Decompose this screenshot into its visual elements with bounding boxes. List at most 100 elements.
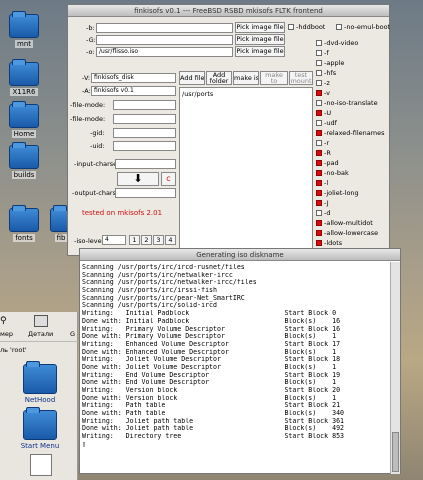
g-image-field[interactable]: [96, 35, 233, 45]
option-checkbox[interactable]: -apple: [316, 59, 344, 68]
output-charset-field[interactable]: [115, 188, 176, 198]
output-file-field[interactable]: /usr/flisso.iso: [96, 47, 233, 57]
desktop-icon-label: fib: [54, 234, 68, 242]
option-checkbox[interactable]: -r: [316, 139, 329, 148]
desktop-icon-builds[interactable]: builds: [2, 142, 46, 179]
make-to-filenet-button[interactable]: make to filenet: [260, 71, 288, 85]
log-line: Writing: Version block Start Block 20: [82, 387, 341, 394]
checkbox-label: -ldots: [324, 239, 343, 247]
add-file-button[interactable]: Add file: [179, 71, 205, 85]
log-line: Scanning /usr/ports/irc/irssi-fish: [82, 287, 217, 295]
checkbox-label: -no-emul-boot: [344, 23, 391, 31]
option-checkbox[interactable]: -hfs: [316, 69, 336, 78]
search-icon[interactable]: ⚲: [0, 316, 8, 328]
log-line: Done with: Path table Block(s) 340: [82, 410, 345, 418]
option-checkbox[interactable]: -joliet-long: [316, 189, 359, 198]
log-line: Scanning /usr/ports/irc/solid-ircd: [82, 302, 217, 310]
dir-mode-field[interactable]: [113, 114, 176, 124]
desktop-icon-x11r6[interactable]: X11R6: [2, 59, 46, 96]
log-line: Writing: Primary Volume Descriptor Start…: [82, 325, 341, 333]
option-checkbox[interactable]: -no-iso-translate: [316, 99, 378, 108]
iso-level-field[interactable]: 4: [102, 235, 126, 245]
option-checkbox[interactable]: -ldots: [316, 239, 342, 248]
log-scrollbar[interactable]: [390, 262, 400, 474]
option-checkbox[interactable]: -f: [316, 49, 329, 58]
terminal-cursor: ▯: [82, 440, 86, 448]
option-checkbox[interactable]: -R: [316, 149, 331, 158]
test-mount-button[interactable]: test mount: [289, 71, 313, 85]
folder-item-label: NetHood: [24, 396, 56, 404]
folder-icon: [9, 11, 39, 38]
checkbox-label: -J: [324, 199, 329, 207]
option-checkbox[interactable]: -no-bak: [316, 169, 349, 178]
checkbox-label: -allow-lowercase: [324, 229, 379, 237]
checkbox-box: [316, 170, 322, 176]
dir-mode-label: -file-mode:: [70, 115, 106, 123]
checkbox-label: -joliet-long: [324, 189, 359, 197]
move-down-button[interactable]: ⬇: [117, 172, 159, 186]
option-checkbox[interactable]: -U: [316, 109, 331, 118]
option-checkbox[interactable]: -pad: [316, 159, 339, 168]
checkbox-label: -r: [324, 139, 330, 147]
checkbox-box: [316, 80, 322, 86]
pick-output-file-button[interactable]: Pick image file: [235, 46, 285, 57]
checkbox-box: [316, 120, 322, 126]
application-id-field[interactable]: finkisofs v0.1: [91, 86, 176, 96]
file-list[interactable]: /usr/ports: [179, 87, 313, 253]
option-checkbox[interactable]: -J: [316, 199, 329, 208]
make-iso-button[interactable]: make iso: [233, 71, 259, 85]
checkbox-label: -dvd-video: [324, 39, 359, 47]
iso-level-2-button[interactable]: 2: [141, 235, 152, 245]
checkbox-box: [316, 110, 322, 116]
checkbox-label: -v: [324, 89, 331, 97]
iso-level-3-button[interactable]: 3: [153, 235, 164, 245]
option-checkbox[interactable]: -z: [316, 79, 330, 88]
log-line: Writing: Joliet path table Start Block 3…: [82, 417, 345, 425]
application-id-label: -A:: [82, 87, 91, 95]
gid-field[interactable]: [113, 128, 176, 138]
option-checkbox[interactable]: -udf: [316, 119, 337, 128]
option-checkbox[interactable]: -allow-multidot: [316, 219, 373, 228]
uid-field[interactable]: [113, 141, 176, 151]
file-list-item[interactable]: /usr/ports: [180, 88, 312, 100]
no-emul-boot-checkbox[interactable]: -no-emul-boot: [336, 23, 390, 32]
desktop-icon-label: Home: [11, 130, 37, 138]
iso-window-titlebar[interactable]: finkisofs v0.1 --- FreeBSD RSBD mkisofs …: [68, 5, 389, 17]
input-charset-field[interactable]: [115, 159, 176, 169]
checkbox-box: [316, 130, 322, 136]
desktop-icon-mnt[interactable]: mnt: [2, 11, 46, 48]
log-line: Writing: End Volume Descriptor Start Blo…: [82, 371, 341, 379]
boot-image-field[interactable]: [96, 23, 233, 33]
checkbox-box: [316, 100, 322, 106]
checkbox-label: -apple: [324, 59, 345, 67]
option-checkbox[interactable]: -d: [316, 209, 330, 218]
add-folder-button[interactable]: Add folder: [206, 71, 232, 85]
checkbox-label: -R: [324, 149, 331, 157]
hddboot-checkbox[interactable]: -hddboot: [288, 23, 325, 32]
pick-g-image-button[interactable]: Pick image file: [235, 34, 285, 45]
iso-level-1-button[interactable]: 1: [129, 235, 140, 245]
option-checkbox[interactable]: -l: [316, 179, 328, 188]
iso-level-4-button[interactable]: 4: [165, 235, 176, 245]
desktop-icon-fonts[interactable]: fonts: [2, 205, 46, 242]
folder-icon: [9, 142, 39, 169]
desktop-icon-label: X11R6: [10, 88, 38, 96]
document-icon[interactable]: [30, 454, 52, 476]
pick-boot-image-button[interactable]: Pick image file: [235, 22, 285, 33]
clear-button[interactable]: c: [161, 172, 176, 186]
option-checkbox[interactable]: -relaxed-filenames: [316, 129, 385, 138]
log-line: Done with: Version block Block(s) 1: [82, 394, 337, 402]
option-checkbox[interactable]: -allow-lowercase: [316, 229, 378, 238]
volume-id-field[interactable]: finkisofs_disk: [91, 73, 176, 83]
details-button[interactable]: Детали: [28, 330, 53, 338]
checkbox-box: [316, 50, 322, 56]
details-view-icon[interactable]: [34, 315, 48, 327]
log-scrollbar-thumb[interactable]: [392, 432, 399, 472]
file-mode-field[interactable]: [113, 100, 176, 110]
desktop-icon-home[interactable]: Home: [2, 101, 46, 138]
option-checkbox[interactable]: -v: [316, 89, 330, 98]
option-checkbox[interactable]: -dvd-video: [316, 39, 358, 48]
folder-item-nethood[interactable]: NetHood: [18, 361, 62, 404]
folder-item-start-menu[interactable]: Start Menu: [18, 407, 62, 450]
log-window-titlebar[interactable]: Generating iso diskname: [80, 249, 400, 261]
